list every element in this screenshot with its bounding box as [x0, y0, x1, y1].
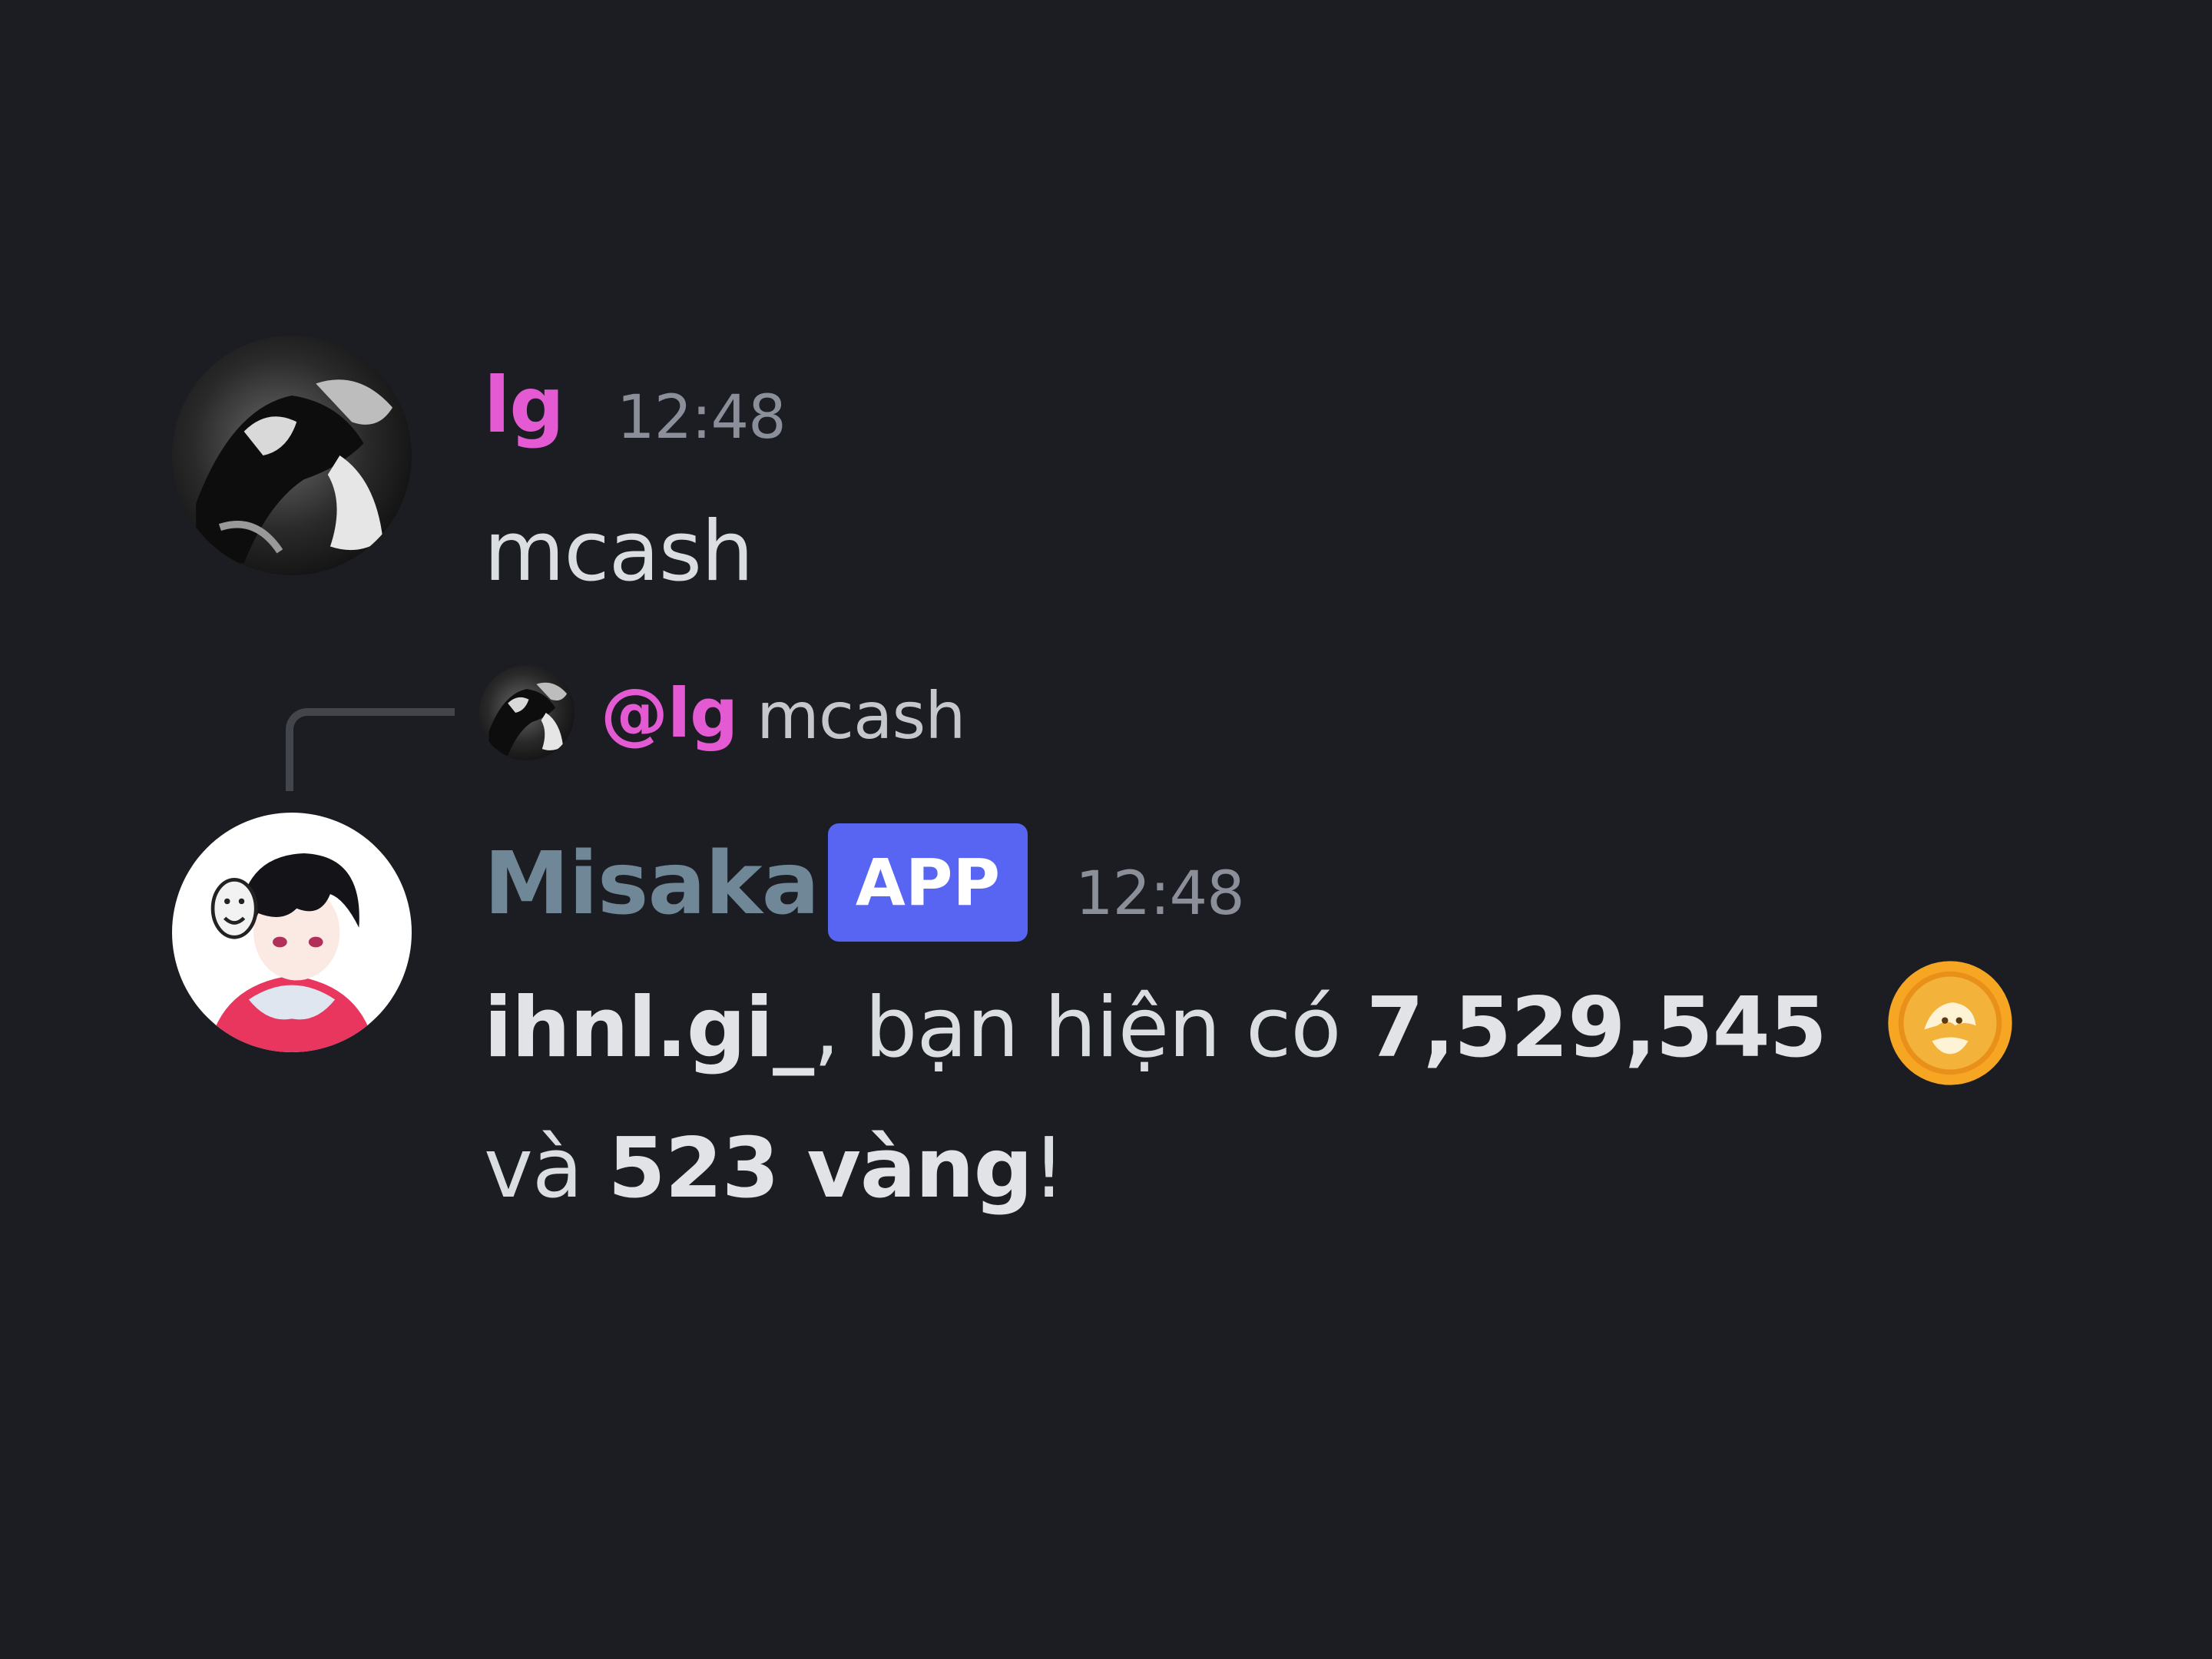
reply-avatar[interactable]	[479, 665, 575, 760]
bot-avatar-anime-icon	[172, 813, 412, 1052]
reply-mention[interactable]: @lg	[601, 680, 738, 747]
bot-avatar-misaka[interactable]	[172, 813, 412, 1052]
reply-spine	[286, 708, 455, 791]
message-content: mcash	[484, 504, 753, 600]
user-avatar-photo-icon	[479, 665, 575, 760]
message-content-line-2: và 523 vàng!	[484, 1128, 1065, 1210]
coin-icon	[1886, 959, 2015, 1088]
message-text: !	[1031, 1121, 1065, 1217]
message-text: và	[484, 1121, 608, 1217]
cash-amount: 7,529,545	[1366, 980, 1827, 1076]
author-name[interactable]: Misaka	[484, 841, 820, 927]
user-avatar-lg[interactable]	[172, 336, 412, 575]
message-content-line-1: ihnl.gi_, bạn hiện có 7,529,545	[484, 987, 1827, 1070]
message-text: , bạn hiện có	[813, 980, 1366, 1076]
gold-amount: 523 vàng	[608, 1121, 1033, 1217]
message-timestamp[interactable]: 12:48	[617, 388, 786, 448]
user-avatar-photo-icon	[172, 336, 412, 575]
mentioned-user: ihnl.gi_	[484, 980, 814, 1076]
reply-preview-content[interactable]: mcash	[757, 684, 965, 748]
author-name[interactable]: lg	[484, 367, 565, 444]
app-badge: APP	[828, 823, 1028, 942]
message-timestamp[interactable]: 12:48	[1075, 864, 1245, 924]
